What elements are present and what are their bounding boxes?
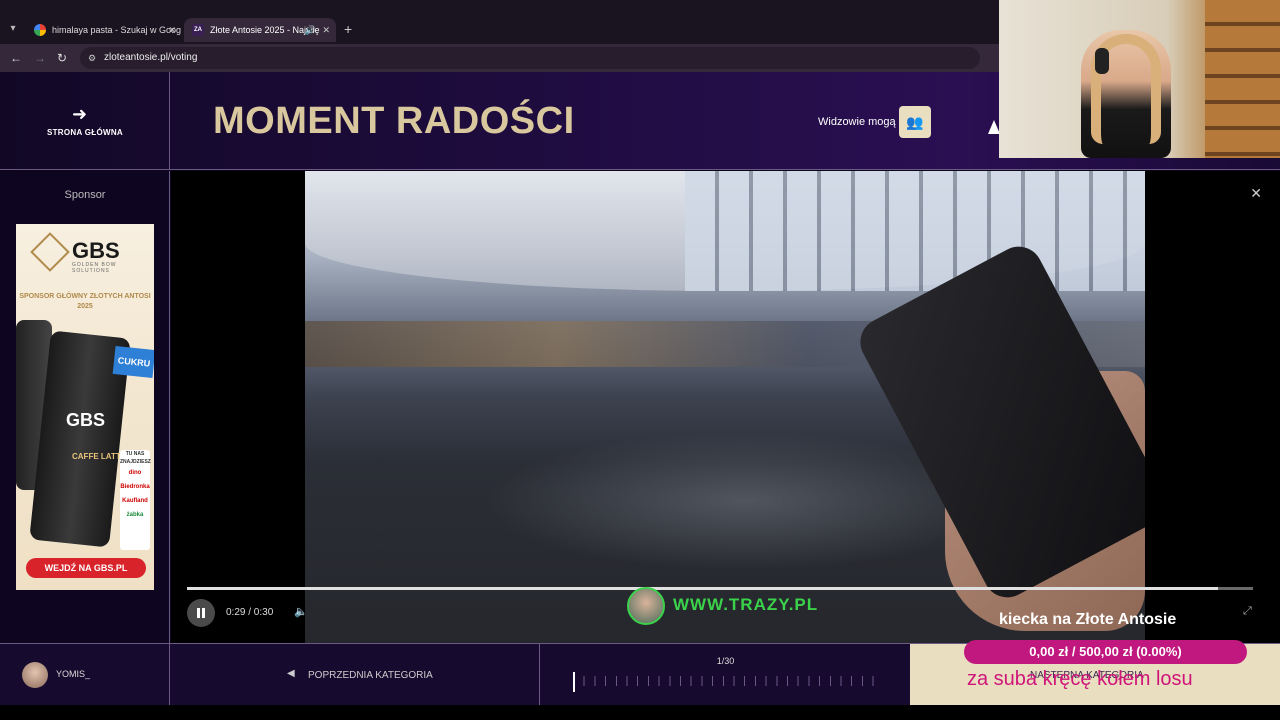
browser-tab-active[interactable]: ZA Złote Antosie 2025 - Najwię 🔊 ✕ [184,18,336,42]
reload-icon[interactable]: ↻ [57,50,67,66]
home-label: STRONA GŁÓWNA [46,128,124,137]
ad-brand: GBS [72,238,120,263]
store-item: Kaufland [122,498,148,504]
store-item: dino [128,470,142,476]
new-tab-button[interactable]: + [344,20,352,38]
watermark-avatar [627,587,665,625]
ad-brand-sub: GOLDEN BOW SOLUTIONS [72,262,117,274]
arrow-left-icon: ◀ [287,668,295,679]
ad-cta-button[interactable]: WEJDŹ NA GBS.PL [26,558,146,578]
store-list: TU NAS ZNAJDZIESZ dino Biedronka Kauflan… [120,450,151,550]
tab-title: himalaya pasta - Szukaj w Goog [52,25,182,35]
site-info-icon[interactable]: ⚙ [88,52,100,64]
speaker-icon[interactable]: 🔊 [305,18,316,42]
webcam-scene [1205,0,1280,158]
close-tab-icon[interactable]: ✕ [322,18,330,42]
google-icon [34,24,46,36]
url-text: zloteantosie.pl/voting [104,52,198,63]
close-tab-icon[interactable]: ✕ [168,18,176,42]
tab-search-button[interactable]: ▾ [4,20,22,38]
overlay-goal-subtext: za suba kręcę kołem losu [967,668,1193,690]
ad-badge: CUKRU [112,345,154,379]
arrow-left-icon: ➜ [72,104,88,124]
watermark-text: WWW.TRAZY.PL [673,595,819,614]
can-flavor: CAFFE LATTE [72,452,127,461]
overlay-goal-title: kiecka na Złote Antosie [999,611,1177,628]
back-icon[interactable]: ← [10,50,22,66]
site-icon: ZA [192,24,204,36]
overlay-goal-bar: 0,00 zł / 500,00 zł (0.00%) [964,640,1247,664]
current-category-marker [573,672,575,692]
category-ticks [573,672,883,690]
sponsor-ad[interactable]: GBS GOLDEN BOW SOLUTIONS SPONSOR GŁÓWNY … [16,224,154,590]
avatar [22,662,48,688]
video-player[interactable]: ✕ 0:29 / 0:30 🔈 ⤢ WWW.TRAZY.PL [171,171,1280,643]
stores-header: TU NAS ZNAJDZIESZ [120,451,151,465]
close-icon[interactable]: ✕ [1250,185,1262,202]
users-icon[interactable]: 👥 [899,106,931,138]
screen: ▾ himalaya pasta - Szukaj w Goog ✕ ZA Zł… [0,0,1280,720]
fullscreen-icon[interactable]: ⤢ [1243,605,1252,618]
username: YOMIS_ [56,669,91,679]
webcam-overlay [999,0,1280,158]
video-progress-fill [187,587,1218,590]
previous-category-button[interactable]: ◀ POPRZEDNIA KATEGORIA [171,644,540,706]
store-item: żabka [126,512,144,518]
home-button[interactable]: ➜ STRONA GŁÓWNA [0,72,170,170]
bottom-strip [0,705,1280,720]
headset-icon [1095,48,1109,74]
gbs-logo-icon [30,232,70,272]
video-time: 0:29 / 0:30 [226,607,274,618]
user-profile[interactable]: YOMIS_ [0,644,170,706]
address-bar[interactable]: ⚙ zloteantosie.pl/voting [80,47,980,69]
video-frame[interactable] [305,171,1145,643]
previous-category-label: POPRZEDNIA KATEGORIA [308,670,433,681]
forward-icon[interactable]: → [34,50,46,66]
tab-title: Złote Antosie 2025 - Najwię [210,25,320,35]
store-item: Biedronka [120,484,150,490]
ad-tagline: SPONSOR GŁÓWNY ZŁOTYCH ANTOSI 2025 [19,293,151,310]
sponsor-sidebar: Sponsor GBS GOLDEN BOW SOLUTIONS SPONSOR… [0,171,170,643]
category-progress: 1/30 [541,644,910,706]
video-progress-bar[interactable] [187,587,1253,590]
viewers-label: Widzowie mogą [818,116,896,128]
video-scene [685,171,1145,291]
can-brand: GBS [66,410,106,430]
sponsor-label: Sponsor [64,189,106,201]
browser-tab-google[interactable]: himalaya pasta - Szukaj w Goog ✕ [26,18,182,42]
category-title: MOMENT RADOŚCI [213,100,575,142]
pause-button[interactable] [187,599,215,627]
volume-icon[interactable]: 🔈 [294,605,308,618]
category-counter: 1/30 [716,656,735,666]
